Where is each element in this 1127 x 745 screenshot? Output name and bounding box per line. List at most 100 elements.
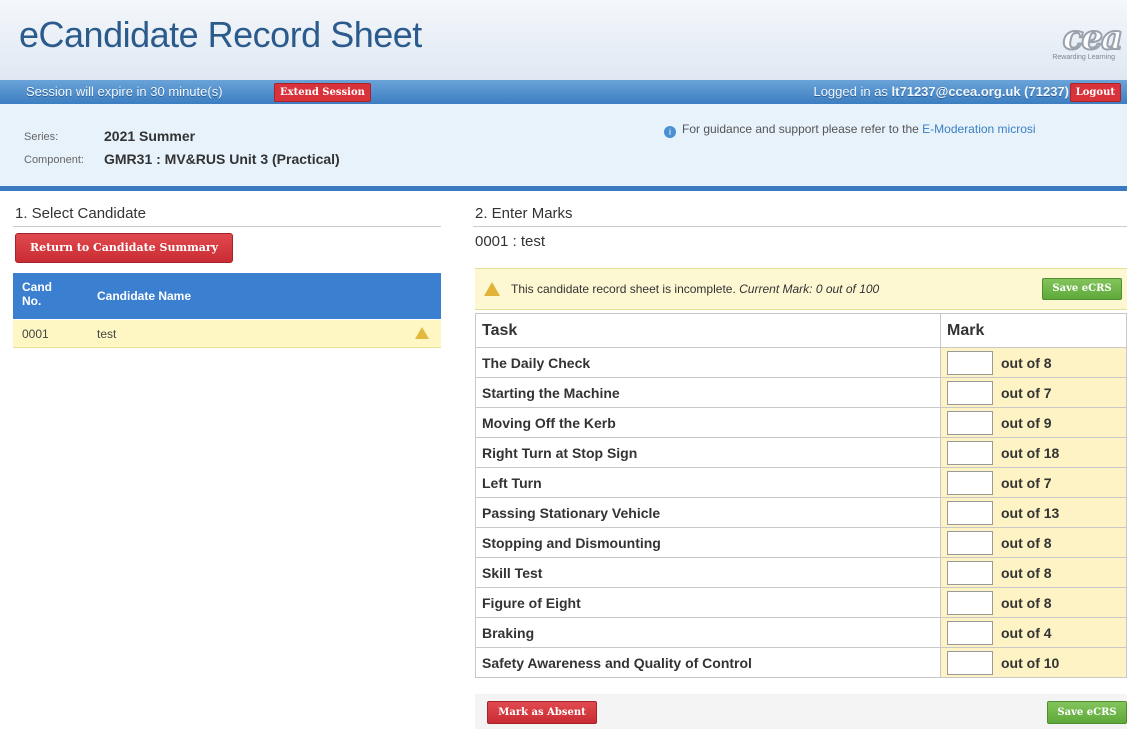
out-of-label: out of 10	[1001, 654, 1060, 671]
mark-cell: out of 8	[940, 527, 1127, 558]
enter-marks-title: 2. Enter Marks	[475, 205, 573, 222]
mark-input[interactable]	[947, 590, 993, 615]
session-expiry-text: Session will expire in 30 minute(s)	[26, 84, 223, 99]
mark-as-absent-button[interactable]: Mark as Absent	[487, 701, 597, 724]
component-label: Component:	[24, 154, 84, 166]
app-title: eCandidate Record Sheet	[19, 14, 422, 55]
col-mark: Mark	[940, 313, 1127, 348]
mark-cell: out of 8	[940, 587, 1127, 618]
col-task: Task	[475, 313, 941, 348]
candidate-table-header: Cand No. Candidate Name	[13, 273, 441, 319]
task-row: Passing Stationary Vehicle out of 13	[475, 497, 1127, 528]
out-of-label: out of 9	[1001, 414, 1052, 431]
e-moderation-link[interactable]: E-Moderation microsi	[922, 122, 1035, 136]
task-row: Braking out of 4	[475, 617, 1127, 648]
mark-input[interactable]	[947, 530, 993, 555]
session-bar: Session will expire in 30 minute(s) Exte…	[0, 80, 1127, 104]
logout-button[interactable]: Logout	[1069, 83, 1121, 102]
candidate-row[interactable]: 0001 test	[13, 320, 441, 348]
logged-in-user: lt71237@ccea.org.uk (71237)	[891, 84, 1069, 99]
mark-cell: out of 10	[940, 647, 1127, 678]
mark-input[interactable]	[947, 440, 993, 465]
save-ecrs-button-top[interactable]: Save eCRS	[1042, 278, 1122, 300]
mark-input[interactable]	[947, 560, 993, 585]
task-row: Skill Test out of 8	[475, 557, 1127, 588]
mark-input[interactable]	[947, 470, 993, 495]
mark-cell: out of 8	[940, 347, 1127, 378]
out-of-label: out of 13	[1001, 504, 1060, 521]
out-of-label: out of 8	[1001, 564, 1052, 581]
mark-cell: out of 7	[940, 467, 1127, 498]
current-candidate: 0001 : test	[475, 233, 546, 250]
out-of-label: out of 8	[1001, 594, 1052, 611]
info-bar: Series: 2021 Summer Component: GMR31 : M…	[0, 104, 1127, 191]
task-row: Safety Awareness and Quality of Control o…	[475, 647, 1127, 678]
logo-text: cea	[1062, 17, 1124, 59]
task-name: Stopping and Dismounting	[475, 527, 941, 558]
divider	[473, 226, 1127, 227]
col-cand-no: Cand No.	[22, 280, 52, 308]
task-name: Moving Off the Kerb	[475, 407, 941, 438]
extend-session-button[interactable]: Extend Session	[274, 83, 371, 102]
task-name: Skill Test	[475, 557, 941, 588]
incomplete-notice: This candidate record sheet is incomplet…	[475, 268, 1127, 310]
mark-cell: out of 9	[940, 407, 1127, 438]
mark-cell: out of 18	[940, 437, 1127, 468]
logged-in-text: Logged in as lt71237@ccea.org.uk (71237)	[813, 84, 1069, 99]
task-name: The Daily Check	[475, 347, 941, 378]
mark-input[interactable]	[947, 350, 993, 375]
task-name: Braking	[475, 617, 941, 648]
mark-input[interactable]	[947, 650, 993, 675]
task-row: Figure of Eight out of 8	[475, 587, 1127, 618]
task-row: Right Turn at Stop Sign out of 18	[475, 437, 1127, 468]
task-name: Right Turn at Stop Sign	[475, 437, 941, 468]
mark-input[interactable]	[947, 620, 993, 645]
task-name: Left Turn	[475, 467, 941, 498]
task-name: Safety Awareness and Quality of Control	[475, 647, 941, 678]
divider	[13, 226, 441, 227]
task-row: Moving Off the Kerb out of 9	[475, 407, 1127, 438]
out-of-label: out of 4	[1001, 624, 1052, 641]
task-row: Stopping and Dismounting out of 8	[475, 527, 1127, 558]
candidate-number: 0001	[22, 327, 49, 341]
return-to-summary-button[interactable]: Return to Candidate Summary	[15, 233, 233, 263]
current-mark: Current Mark: 0 out of 100	[739, 282, 880, 296]
out-of-label: out of 7	[1001, 474, 1052, 491]
task-row: Starting the Machine out of 7	[475, 377, 1127, 408]
select-candidate-title: 1. Select Candidate	[15, 205, 146, 222]
col-cand-no-line2: No.	[22, 294, 42, 308]
marks-table-header: Task Mark	[475, 313, 1127, 348]
warning-icon	[415, 327, 429, 339]
mark-cell: out of 4	[940, 617, 1127, 648]
series-label: Series:	[24, 131, 59, 143]
logged-in-prefix: Logged in as	[813, 84, 888, 99]
marks-table: Task Mark The Daily Check out of 8 Startin…	[475, 313, 1127, 678]
mark-cell: out of 13	[940, 497, 1127, 528]
mark-input[interactable]	[947, 410, 993, 435]
warning-icon	[484, 282, 500, 296]
out-of-label: out of 8	[1001, 354, 1052, 371]
mark-cell: out of 8	[940, 557, 1127, 588]
component-value: GMR31 : MV&RUS Unit 3 (Practical)	[104, 151, 340, 167]
guidance-label: For guidance and support please refer to…	[682, 122, 919, 136]
out-of-label: out of 8	[1001, 534, 1052, 551]
mark-cell: out of 7	[940, 377, 1127, 408]
task-row: Left Turn out of 7	[475, 467, 1127, 498]
task-row: The Daily Check out of 8	[475, 347, 1127, 378]
mark-input[interactable]	[947, 380, 993, 405]
out-of-label: out of 7	[1001, 384, 1052, 401]
series-value: 2021 Summer	[104, 128, 196, 144]
notice-message: This candidate record sheet is incomplet…	[511, 282, 736, 296]
notice-text: This candidate record sheet is incomplet…	[511, 282, 879, 296]
col-candidate-name: Candidate Name	[97, 289, 192, 303]
app-header: eCandidate Record Sheet cea Rewarding Le…	[0, 0, 1127, 81]
candidate-name: test	[97, 327, 117, 341]
task-name: Figure of Eight	[475, 587, 941, 618]
info-icon: i	[664, 126, 676, 138]
save-ecrs-button-bottom[interactable]: Save eCRS	[1047, 701, 1127, 724]
task-name: Passing Stationary Vehicle	[475, 497, 941, 528]
mark-input[interactable]	[947, 500, 993, 525]
task-name: Starting the Machine	[475, 377, 941, 408]
col-cand-no-line1: Cand	[22, 280, 52, 294]
guidance-text: i For guidance and support please refer t…	[664, 122, 1036, 138]
